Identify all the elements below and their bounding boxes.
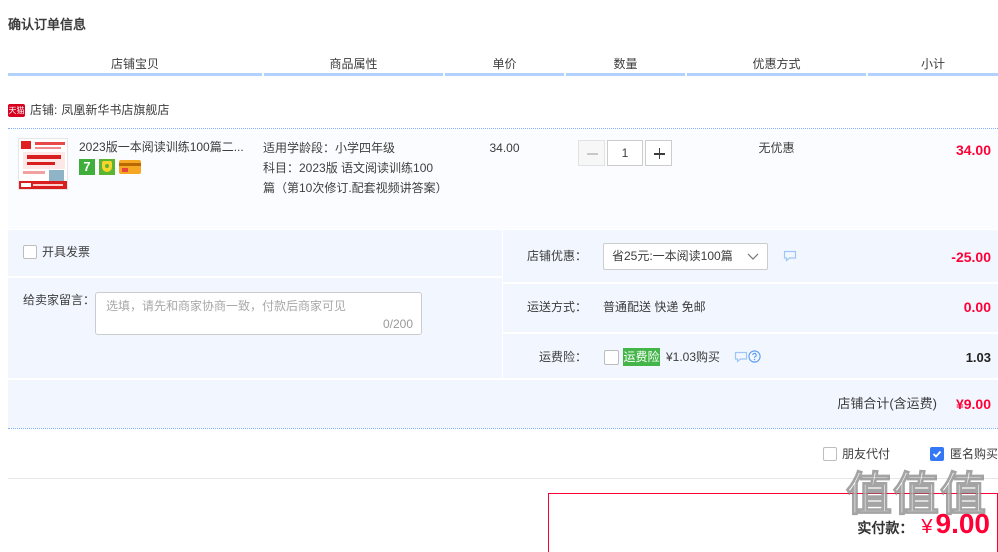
page-title: 确认订单信息 [8, 17, 87, 32]
divider [8, 276, 502, 278]
pay-for-me-label[interactable]: 朋友代付 [842, 446, 890, 462]
shop-total-amount: ¥9.00 [955, 396, 991, 412]
cover-art-shape [49, 170, 64, 181]
shipping-amount: 0.00 [963, 299, 991, 315]
shipping-insurance-badge: 运费险 [623, 348, 660, 366]
anonymous-purchase-label[interactable]: 匿名购买 [950, 446, 998, 462]
shop-total-label: 店铺合计(含运费) [837, 396, 937, 411]
shipping-insurance-amount: 1.03 [965, 350, 991, 365]
cover-art-shape [21, 141, 31, 149]
help-question-icon[interactable] [748, 350, 761, 363]
invoice-checkbox[interactable] [23, 245, 37, 259]
pay-for-me-option[interactable]: 朋友代付 [823, 446, 890, 462]
message-label: 给卖家留言： [23, 293, 96, 307]
attribute-subject: 科目：2023版 语文阅读训练100篇（第10次修订.配套视频讲答案） [263, 161, 448, 195]
divider [503, 332, 998, 334]
payment-currency: ¥ [921, 516, 933, 538]
consumer-guarantee-icon[interactable] [99, 159, 115, 175]
shop-discount-select[interactable]: 省25元:一本阅读100篇 [603, 243, 768, 270]
payment-amount: 9.00 [935, 508, 991, 539]
cover-art-shape [21, 183, 31, 187]
attribute-grade: 适用学龄段：小学四年级 [263, 141, 396, 155]
tmall-logo-icon: 天猫 [8, 103, 25, 117]
shop-row: 天猫 店铺: 凤凰新华书店旗舰店 [8, 102, 169, 118]
discount-method: 无优惠 [758, 141, 795, 155]
message-char-counter: 0/200 [382, 317, 413, 331]
order-item-row: 2023版一本阅读训练100篇二... 7 适用学龄段：小学四年级 科目：202… [8, 129, 998, 229]
seller-message-box: 0/200 [95, 292, 422, 335]
shop-discount-label: 店铺优惠： [526, 249, 587, 263]
seller-message-input[interactable] [95, 292, 422, 335]
anonymous-purchase-option[interactable]: 匿名购买 [930, 446, 998, 462]
shop-discount-amount: -25.00 [951, 249, 991, 265]
shipping-insurance-label: 运费险： [538, 350, 587, 364]
payment-summary-box: 实付款： ¥ 9.00 [548, 493, 998, 552]
shop-label: 店铺: [30, 103, 58, 117]
product-title-link[interactable]: 2023版一本阅读训练100篇二... [79, 139, 244, 155]
unit-price: 34.00 [489, 141, 520, 155]
divider [8, 478, 998, 479]
cover-art-shape [35, 147, 61, 149]
pay-for-me-checkbox[interactable] [823, 447, 837, 461]
payment-label: 实付款： [857, 520, 914, 536]
header-subtotal: 小计 [868, 56, 998, 76]
message-bubble-icon[interactable] [783, 250, 797, 262]
divider [503, 282, 998, 284]
header-attributes: 商品属性 [264, 56, 443, 76]
shipping-label: 运送方式： [526, 300, 587, 314]
product-thumbnail[interactable] [18, 138, 68, 190]
quantity-decrease-button[interactable] [578, 140, 605, 166]
header-shop-item: 店铺宝贝 [8, 56, 262, 76]
divider [8, 428, 998, 429]
order-summary-block: 店铺优惠： 省25元:一本阅读100篇 -25.00 运送方式： 普通配送 快递… [503, 230, 998, 378]
service-icons: 7 [79, 159, 141, 175]
seven-day-return-icon[interactable]: 7 [79, 159, 95, 175]
anonymous-purchase-checkbox[interactable] [930, 447, 944, 461]
cover-art-shape [35, 142, 65, 145]
shop-name-link[interactable]: 凤凰新华书店旗舰店 [61, 102, 169, 118]
header-discount: 优惠方式 [687, 56, 866, 76]
cover-art-shape [33, 184, 63, 186]
shipping-method: 普通配送 快递 免邮 [603, 300, 706, 314]
invoice-label[interactable]: 开具发票 [42, 244, 90, 260]
item-subtotal: 34.00 [955, 142, 991, 158]
header-quantity: 数量 [566, 56, 685, 76]
order-table-header: 店铺宝贝 商品属性 单价 数量 优惠方式 小计 [8, 56, 998, 76]
quantity-stepper: 1 [578, 140, 672, 166]
cover-art-shape [27, 162, 55, 165]
credit-card-icon[interactable] [119, 160, 141, 174]
divider [8, 378, 998, 380]
cover-art-shape [23, 171, 45, 174]
payment-total: 实付款： ¥ 9.00 [857, 508, 990, 540]
product-attributes: 适用学龄段：小学四年级 科目：2023版 语文阅读训练100篇（第10次修订.配… [263, 138, 448, 198]
chevron-down-icon [747, 253, 759, 260]
quantity-input[interactable]: 1 [607, 140, 643, 166]
header-unit-price: 单价 [445, 56, 564, 76]
check-icon [932, 450, 942, 458]
message-bubble-icon[interactable] [734, 351, 748, 363]
order-options-panel: 开具发票 给卖家留言： 0/200 店铺优惠： 省25元:一本阅读100篇 -2… [8, 230, 998, 428]
shipping-insurance-checkbox[interactable] [604, 350, 619, 365]
quantity-increase-button[interactable] [645, 140, 672, 166]
shipping-insurance-price: ¥1.03购买 [666, 350, 721, 364]
cover-art-shape [27, 155, 61, 159]
shop-discount-selected: 省25元:一本阅读100篇 [612, 249, 733, 263]
